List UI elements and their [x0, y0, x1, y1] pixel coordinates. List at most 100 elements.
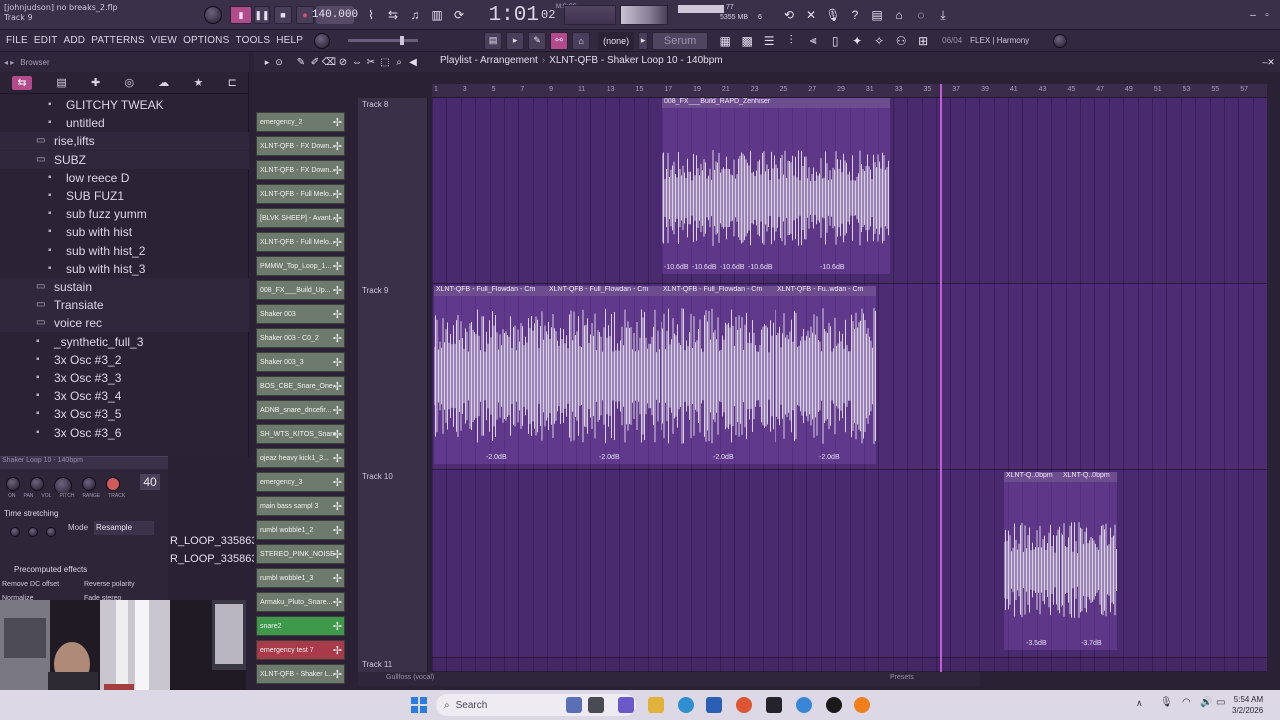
on-toggle-knob[interactable] [6, 477, 20, 491]
menu-file[interactable]: FILE [3, 35, 31, 46]
channel-move-icon[interactable]: ✢ [333, 140, 342, 153]
loop-record-icon[interactable]: ⟳ [450, 6, 468, 24]
menu-patterns[interactable]: PATTERNS [88, 35, 147, 46]
stop-button[interactable]: ■ [274, 6, 292, 24]
browser-item[interactable]: ▪ GLITCHY TWEAK [0, 96, 249, 114]
channel-move-icon[interactable]: ✢ [333, 596, 342, 609]
hint-knob[interactable] [1053, 33, 1068, 48]
arrow-icon[interactable]: ▸ [506, 31, 525, 50]
refresh-icon[interactable]: ⟲ [780, 6, 798, 24]
browser-item[interactable]: ▪ SUB FUZ1 [0, 187, 249, 205]
tempo-display[interactable]: 140.000 [312, 6, 358, 24]
channel-move-icon[interactable]: ✢ [333, 212, 342, 225]
channel-move-icon[interactable]: ✢ [333, 164, 342, 177]
browser-folder[interactable]: ▭ voice rec [0, 314, 249, 333]
audio-clip[interactable]: XLNT-Q..0bpm [1004, 472, 1061, 650]
range-knob[interactable] [106, 477, 120, 491]
channel-button[interactable]: XLNT-QFB - Full Melo... ✢ [256, 232, 345, 252]
tools-icon[interactable]: ✧ [870, 32, 888, 50]
pause-button[interactable]: ❚❚ [254, 6, 270, 24]
channel-move-icon[interactable]: ✢ [333, 476, 342, 489]
track-8-label[interactable]: Track 8 [362, 100, 388, 109]
master-volume-knob[interactable] [204, 6, 222, 24]
channel-move-icon[interactable]: ✢ [333, 428, 342, 441]
playhead[interactable] [940, 84, 942, 672]
channel-move-icon[interactable]: ✢ [333, 332, 342, 345]
close-project-icon[interactable]: ✕ [802, 6, 820, 24]
snap-icon[interactable]: ⊙ [270, 53, 288, 71]
mixer-track-number[interactable]: 40 [140, 474, 160, 490]
chat-app-icon[interactable] [618, 697, 634, 713]
step-edit-icon[interactable]: ▥ [428, 6, 446, 24]
taskbar-search[interactable]: ⌕ Search [436, 694, 636, 716]
menu-tools[interactable]: TOOLS [232, 35, 273, 46]
channel-move-icon[interactable]: ✢ [333, 284, 342, 297]
channel-button[interactable]: STEREO_PINK_NOISE ✢ [256, 544, 345, 564]
pitch-knob[interactable] [82, 477, 96, 491]
channel-move-icon[interactable]: ✢ [333, 668, 342, 681]
channel-button[interactable]: Shaker 003 ✢ [256, 304, 345, 324]
all-tab-icon[interactable]: ⇆ [12, 75, 33, 90]
obs-icon[interactable] [826, 697, 842, 713]
project-tab-icon[interactable]: ▤ [56, 76, 66, 89]
clip-title[interactable]: XLNT-QFB - Full_Flowdan - Cm [547, 286, 661, 296]
channel-button[interactable]: XLNT-QFB - Full Melo... ✢ [256, 184, 345, 204]
track-10-label[interactable]: Track 10 [362, 472, 393, 481]
starred-tab-icon[interactable]: ★ [194, 76, 204, 89]
clip-title[interactable]: XLNT-QFB - Full_Flowdan - Cm [434, 286, 547, 296]
presets-label[interactable]: Presets [890, 674, 914, 681]
browser-item[interactable]: ▪ low reece D [0, 169, 249, 187]
browser-options-icon[interactable]: ◂ ▸ [4, 58, 14, 67]
channel-move-icon[interactable]: ✢ [333, 404, 342, 417]
channel-button[interactable]: emergency_2 ✢ [256, 112, 345, 132]
audio-clip[interactable]: XLNT-Q..0bpm [1061, 472, 1117, 650]
channel-move-icon[interactable]: ✢ [333, 236, 342, 249]
plugin-selector[interactable]: Serum [652, 31, 709, 50]
channel-button[interactable]: 008_FX___Build_Up... ✢ [256, 280, 345, 300]
pattern-selector[interactable]: (none) [598, 31, 635, 50]
browser-item[interactable]: ▪ 3x Osc #3_4 [0, 387, 249, 405]
link-icon[interactable]: ⚯ [550, 31, 569, 50]
stretch-mul-knob[interactable] [28, 527, 38, 537]
audio-clip[interactable]: XLNT-QFB - Full_Flowdan - Cm [547, 286, 661, 464]
download-icon[interactable]: ⤓ [934, 6, 952, 24]
master-pitch-slider[interactable] [348, 36, 419, 45]
channel-move-icon[interactable]: ✢ [333, 644, 342, 657]
reverse-polarity-checkbox[interactable]: Reverse polarity [84, 581, 135, 588]
channel-button[interactable]: Shaker 003_3 ✢ [256, 352, 345, 372]
cart-icon[interactable]: ⊞ [914, 32, 932, 50]
channel-move-icon[interactable]: ✢ [333, 572, 342, 585]
file-explorer-icon[interactable] [648, 697, 664, 713]
browser-item[interactable]: ▪ 3x Osc #3_2 [0, 351, 249, 369]
browser-folder[interactable]: ▭ sustain [0, 278, 249, 296]
loop-file-label[interactable]: R_LOOP_3358634 [170, 553, 264, 565]
stretch-time-knob[interactable] [46, 527, 56, 537]
mixer-tab-icon[interactable]: ◎ [124, 76, 134, 89]
playlist-grid[interactable]: 008_FX___Build_RAPD_Zenhiser -10.6dB -10.6… [432, 98, 1267, 672]
clip-title[interactable]: XLNT-QFB - Fu..wdan - Cm [775, 286, 876, 296]
channel-button[interactable]: [BLVK SHEEP] - Avant... ✢ [256, 208, 345, 228]
channel-button[interactable]: SH_WTS_KITOS_Snare... ✢ [256, 424, 345, 444]
pattern-mode-icon[interactable]: ▤ [484, 31, 503, 50]
pattern-arrow-icon[interactable]: ▸ [638, 31, 649, 50]
track-9-label[interactable]: Track 9 [362, 286, 388, 295]
channel-move-icon[interactable]: ✢ [333, 116, 342, 129]
browser-item[interactable]: ▪ 3x Osc #3_5 [0, 405, 249, 423]
task-view-icon[interactable] [588, 697, 604, 713]
browser-app-icon[interactable] [796, 697, 812, 713]
browser-item[interactable]: ▪ sub fuzz yumm [0, 205, 249, 223]
mic-tray-icon[interactable]: 🎙 [1160, 697, 1173, 708]
channel-button[interactable]: XLNT-QFB - FX Down... ✢ [256, 136, 345, 156]
channel-button[interactable]: Armaku_Pluto_Snare... ✢ [256, 592, 345, 612]
browser-folder[interactable]: ▭ Transiate [0, 296, 249, 315]
menu-help[interactable]: HELP [273, 35, 306, 46]
audio-clip[interactable]: XLNT-QFB - Fu..wdan - Cm [775, 286, 876, 464]
stretch-pitch-knob[interactable] [10, 527, 20, 537]
playlist-close-icon[interactable]: ✕ [1262, 53, 1280, 71]
channel-move-icon[interactable]: ✢ [333, 452, 342, 465]
timeline-ruler[interactable]: 1 3 5 7 9 11 13 15 17 19 21 23 25 27 29 31 33 35 37 39 41 43 4… [432, 84, 1267, 98]
clip-title[interactable]: XLNT-Q..0bpm [1004, 472, 1061, 482]
song-mode-toggle[interactable]: ▮ [230, 6, 252, 24]
channel-move-icon[interactable]: ✢ [333, 260, 342, 273]
touch-controller-icon[interactable]: ⚇ [892, 32, 910, 50]
